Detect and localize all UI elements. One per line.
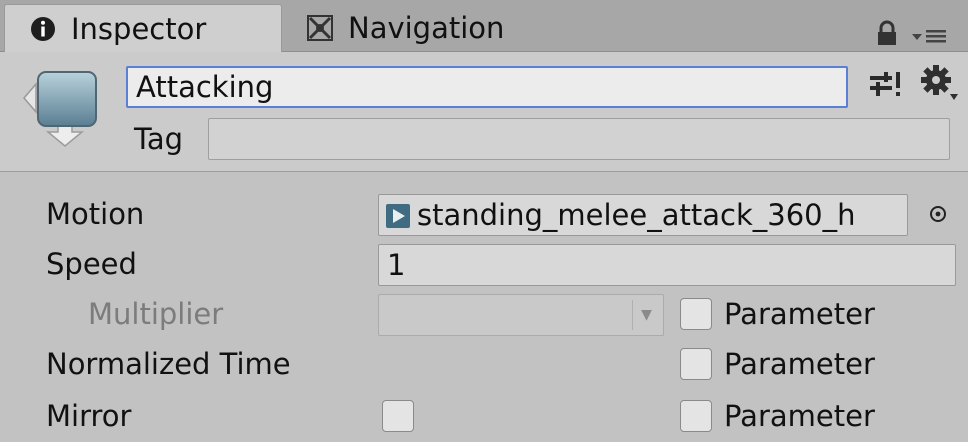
tab-label: Navigation: [348, 11, 505, 45]
multiplier-select[interactable]: [378, 294, 664, 336]
object-picker-icon[interactable]: [924, 200, 952, 228]
normalized-time-parameter-checkbox[interactable]: [680, 348, 712, 380]
dropdown-arrow-icon: ▼: [632, 300, 660, 330]
animator-state-icon: [20, 60, 108, 152]
multiplier-parameter-label: Parameter: [724, 297, 875, 331]
mirror-checkbox[interactable]: [382, 400, 414, 432]
tab-menu-icon[interactable]: [912, 28, 948, 44]
tab-inspector[interactable]: Inspector: [4, 4, 282, 52]
mirror-label: Mirror: [46, 399, 132, 433]
lock-icon[interactable]: [876, 20, 898, 46]
multiplier-parameter-checkbox[interactable]: [680, 298, 712, 330]
preset-icon[interactable]: [868, 68, 904, 102]
speed-label: Speed: [46, 247, 137, 281]
tab-label: Inspector: [71, 11, 207, 46]
state-name-input[interactable]: [126, 66, 848, 108]
speed-field[interactable]: 1: [378, 244, 956, 286]
gear-icon[interactable]: [920, 64, 960, 102]
motion-label: Motion: [46, 197, 145, 231]
mirror-parameter-label: Parameter: [724, 399, 875, 433]
normalized-time-label: Normalized Time: [46, 347, 291, 381]
motion-field[interactable]: standing_melee_attack_360_h: [378, 194, 908, 236]
navigation-icon: [306, 14, 334, 42]
tab-navigation[interactable]: Navigation: [300, 4, 560, 52]
tag-label: Tag: [134, 122, 184, 156]
info-icon: [29, 15, 57, 43]
mirror-parameter-checkbox[interactable]: [680, 400, 712, 432]
animation-clip-icon: [385, 202, 411, 228]
tag-field[interactable]: [208, 118, 950, 160]
motion-value: standing_melee_attack_360_h: [417, 198, 856, 232]
multiplier-label: Multiplier: [88, 297, 224, 331]
normalized-time-parameter-label: Parameter: [724, 347, 875, 381]
